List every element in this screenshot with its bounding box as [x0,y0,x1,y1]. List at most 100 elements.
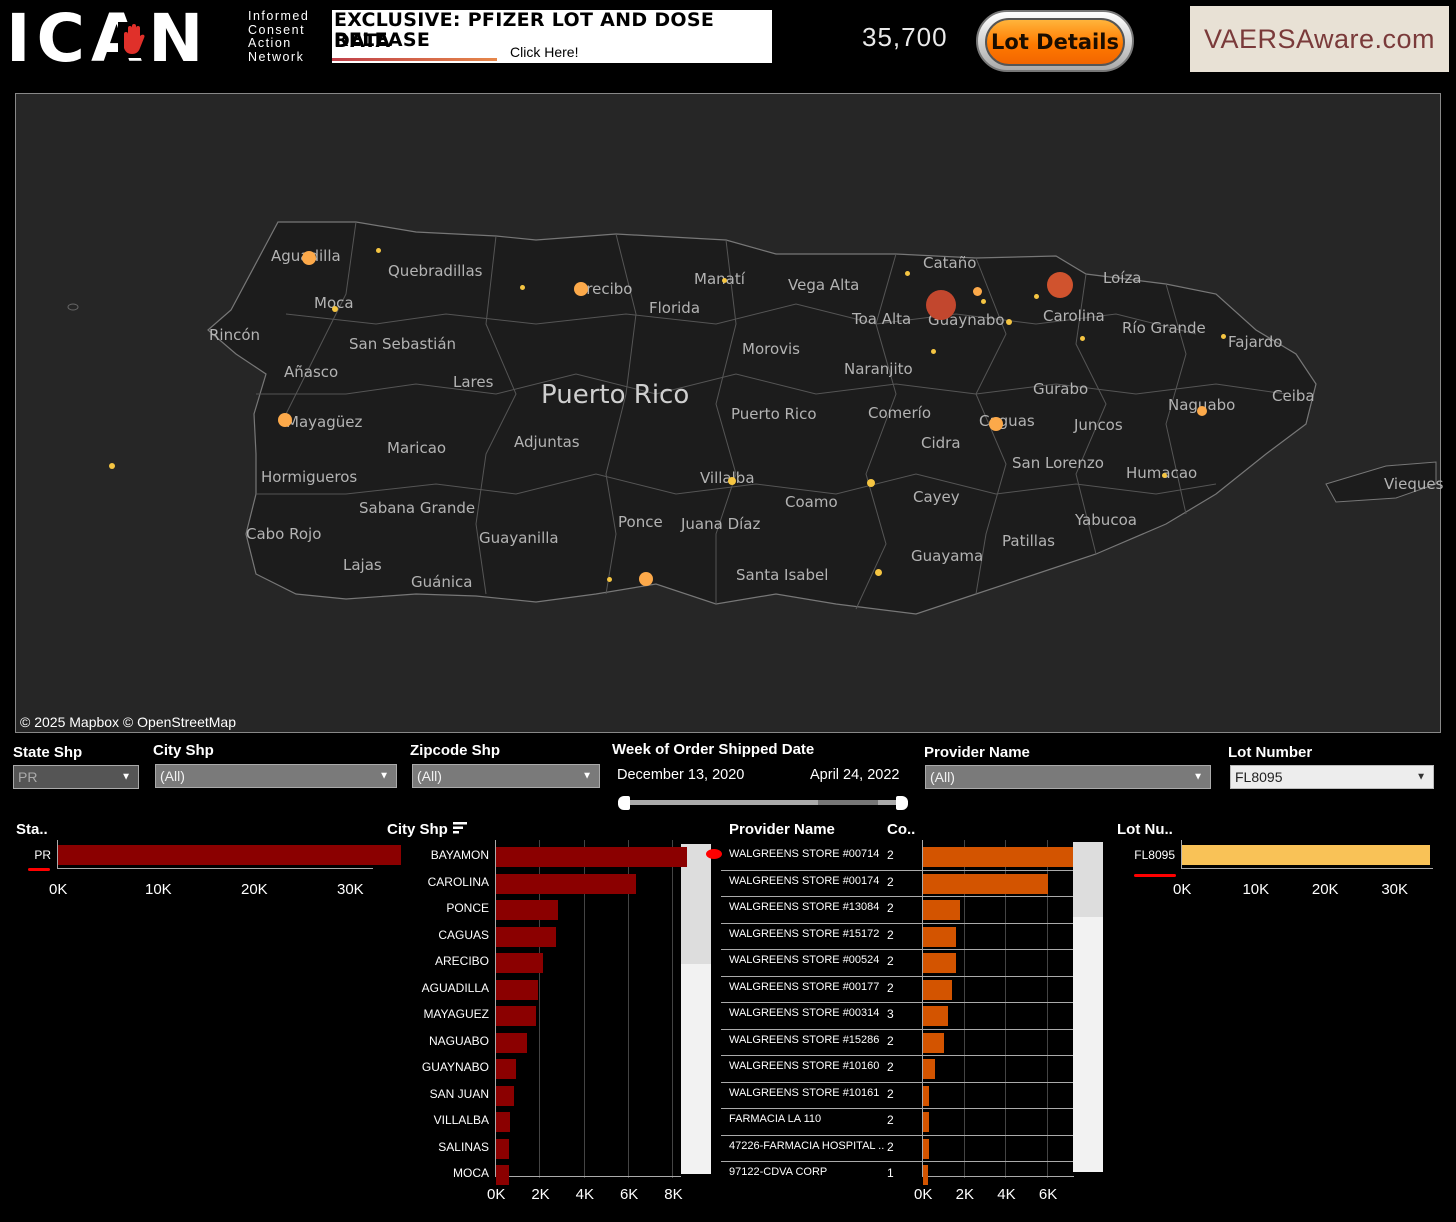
map-marker-small[interactable] [376,248,381,253]
map-marker-small[interactable] [722,278,727,283]
bar[interactable] [923,900,961,921]
bar[interactable] [496,1112,511,1133]
row-label[interactable]: MAYAGUEZ [394,1007,489,1021]
bar[interactable] [496,1059,516,1080]
map-marker[interactable] [278,413,292,427]
provider-filter-dropdown[interactable]: (All) ▼ [925,765,1211,789]
map-marker[interactable] [302,251,316,265]
city-scrollbar[interactable] [681,844,711,1174]
row-label[interactable]: WALGREENS STORE #00314 [729,1007,879,1019]
row-label[interactable]: WALGREENS STORE #15172 [729,928,879,940]
row-label[interactable]: VILLALBA [394,1113,489,1127]
bar[interactable] [923,1112,930,1133]
map-marker-small[interactable] [931,349,936,354]
row-label[interactable]: PR [29,848,51,862]
slider-end-handle[interactable] [896,796,908,810]
provider-scrollbar[interactable] [1073,842,1103,1172]
bar[interactable] [58,845,401,865]
bar[interactable] [1182,845,1430,865]
map-marker[interactable] [639,572,653,586]
row-label[interactable]: GUAYNABO [394,1060,489,1074]
row-label[interactable]: MOCA [394,1166,489,1180]
bar[interactable] [923,926,957,947]
row-label[interactable]: SALINAS [394,1140,489,1154]
bar[interactable] [496,1085,514,1106]
map-marker-small[interactable] [1080,336,1085,341]
puerto-rico-map[interactable]: Aguadilla Quebradillas Arecibo Manatí Ve… [15,93,1443,733]
map-marker-small[interactable] [981,299,986,304]
row-label[interactable]: WALGREENS STORE #00714 [729,848,879,860]
bar[interactable] [496,979,539,1000]
map-marker-small[interactable] [1006,319,1012,325]
state-filter-dropdown[interactable]: PR ▼ [13,765,139,789]
week-start-date[interactable]: December 13, 2020 [617,767,744,783]
bar[interactable] [496,1032,528,1053]
pfizer-release-banner[interactable]: EXCLUSIVE: PFIZER LOT AND DOSE DATA RELE… [332,10,772,63]
bar[interactable] [496,873,636,894]
row-label[interactable]: SAN JUAN [394,1087,489,1101]
bar[interactable] [496,1165,510,1186]
date-range-slider[interactable] [618,796,908,810]
map-marker-small[interactable] [867,479,875,487]
row-label[interactable]: 47226-FARMACIA HOSPITAL .. [729,1140,884,1152]
row-label[interactable]: FARMACIA LA 110 [729,1113,821,1125]
vaersaware-link[interactable]: VAERSAware.com [1190,6,1449,72]
bar[interactable] [923,847,1073,868]
map-marker[interactable] [574,282,588,296]
bar[interactable] [496,900,559,921]
row-label[interactable]: WALGREENS STORE #13084 [729,901,879,913]
bar[interactable] [923,1006,948,1027]
bar[interactable] [496,1138,510,1159]
row-label[interactable]: WALGREENS STORE #10160 [729,1060,879,1072]
row-label[interactable]: CAROLINA [394,875,489,889]
bar[interactable] [923,1138,930,1159]
bar[interactable] [496,953,543,974]
map-marker[interactable] [1197,406,1207,416]
zipcode-filter-dropdown[interactable]: (All) ▼ [412,764,600,788]
week-end-date[interactable]: April 24, 2022 [810,767,899,783]
map-marker-small[interactable] [332,306,338,312]
row-label[interactable]: PONCE [394,901,489,915]
map-attribution[interactable]: © 2025 Mapbox © OpenStreetMap [20,714,236,730]
bar[interactable] [923,979,953,1000]
bar[interactable] [496,926,556,947]
row-label[interactable]: ARECIBO [394,954,489,968]
map-marker-small[interactable] [728,477,736,485]
row-label[interactable]: WALGREENS STORE #00177 [729,981,879,993]
row-label[interactable]: 97122-CDVA CORP [729,1166,827,1178]
map-marker-small[interactable] [905,271,910,276]
bar[interactable] [923,1085,930,1106]
bar[interactable] [923,873,1048,894]
lot-filter-dropdown[interactable]: FL8095 ▼ [1230,765,1434,789]
city-filter-dropdown[interactable]: (All) ▼ [155,764,397,788]
map-marker-large[interactable] [926,290,956,320]
map-marker[interactable] [973,287,982,296]
bar[interactable] [923,953,957,974]
map-marker[interactable] [989,417,1003,431]
provider-scrollbar-thumb[interactable] [1073,842,1103,917]
sort-icon[interactable] [452,820,468,836]
row-label[interactable]: WALGREENS STORE #10161 [729,1087,879,1099]
map-marker-small[interactable] [875,569,882,576]
map-marker-small[interactable] [607,577,612,582]
row-label[interactable]: AGUADILLA [394,981,489,995]
row-label[interactable]: BAYAMON [394,848,489,862]
bar[interactable] [923,1165,929,1186]
row-label[interactable]: WALGREENS STORE #00174 [729,875,879,887]
row-label[interactable]: FL8095 [1130,848,1175,862]
bar[interactable] [496,1006,536,1027]
map-marker-small[interactable] [1221,334,1226,339]
map-marker-small[interactable] [109,463,115,469]
map-marker-small[interactable] [520,285,525,290]
map-marker-large[interactable] [1047,272,1073,298]
lot-details-button[interactable]: Lot Details [976,10,1134,72]
banner-click-here[interactable]: Click Here! [510,44,578,60]
row-label[interactable]: WALGREENS STORE #00524 [729,954,879,966]
row-label[interactable]: CAGUAS [394,928,489,942]
bar[interactable] [923,1059,936,1080]
row-label[interactable]: WALGREENS STORE #15286 [729,1034,879,1046]
ican-logo[interactable]: ICAN [6,6,209,72]
bar[interactable] [923,1032,944,1053]
bar[interactable] [496,847,687,868]
map-marker-small[interactable] [1034,294,1039,299]
